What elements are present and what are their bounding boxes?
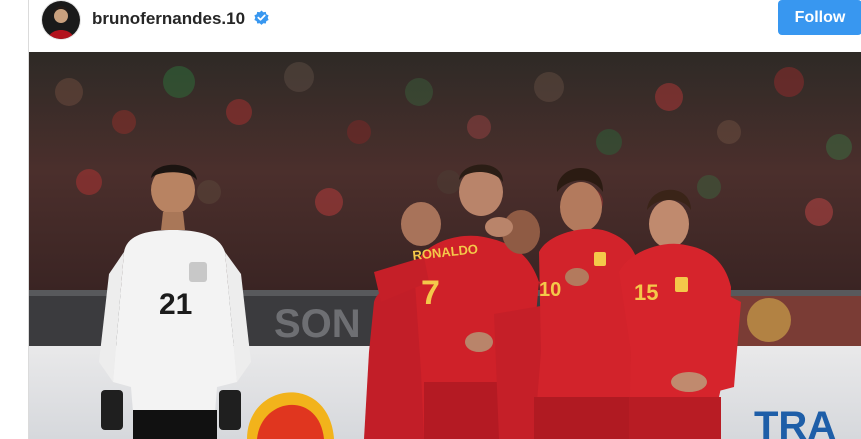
ad-board-text: TRA <box>754 404 836 439</box>
svg-text:SON: SON <box>274 302 361 346</box>
jersey-number-10: 10 <box>539 279 561 301</box>
username-link[interactable]: brunofernandes.10 <box>92 9 245 29</box>
follow-button[interactable]: Follow <box>778 0 861 35</box>
left-gutter <box>0 0 29 439</box>
verified-badge-icon <box>253 9 270 26</box>
post-photo[interactable]: SON TRA 21 RONALDO 7 10 15 <box>29 52 861 439</box>
jersey-number-7: 7 <box>421 274 440 312</box>
jersey-number-21: 21 <box>159 288 192 321</box>
post-header: brunofernandes.10 Follow <box>29 0 861 52</box>
jersey-number-15: 15 <box>634 280 658 305</box>
avatar[interactable] <box>41 0 81 40</box>
